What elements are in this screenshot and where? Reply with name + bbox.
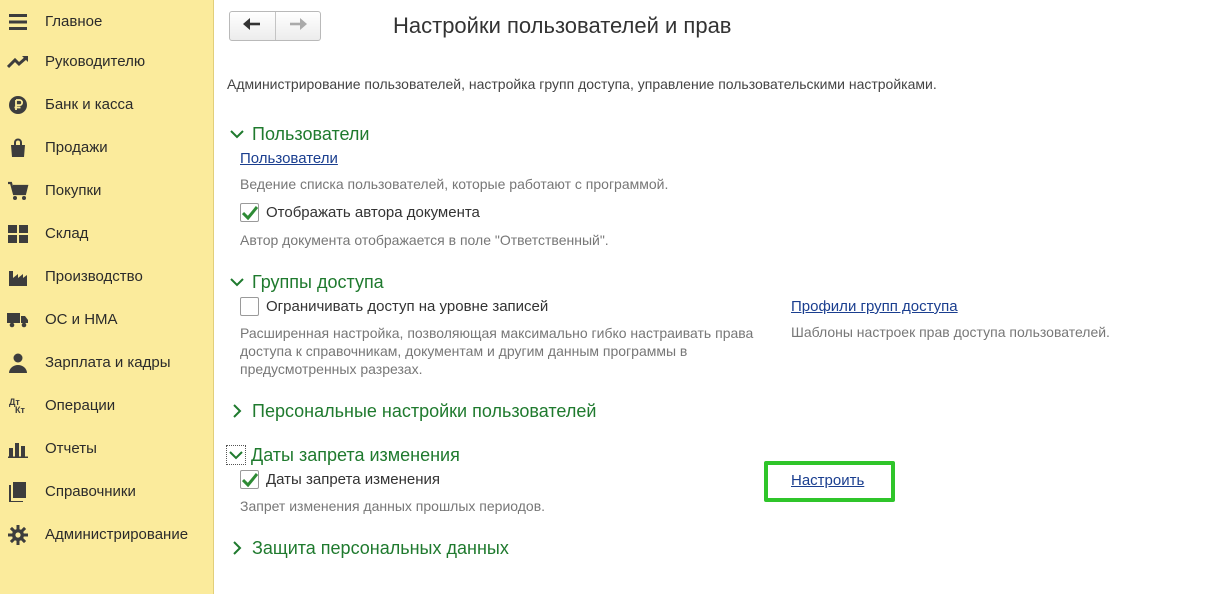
sidebar-item-production[interactable]: Производство <box>0 255 213 298</box>
sidebar-item-salary[interactable]: Зарплата и кадры <box>0 341 213 384</box>
users-link-hint: Ведение списка пользователей, которые ра… <box>240 176 669 192</box>
restrict-records-checkbox[interactable]: Ограничивать доступ на уровне записей <box>240 297 548 316</box>
restrict-records-hint: Расширенная настройка, позволяющая макси… <box>240 325 754 377</box>
person-icon <box>7 352 29 374</box>
section-change-ban-dates-header[interactable]: Даты запрета изменения <box>226 443 460 467</box>
section-title: Пользователи <box>252 123 370 144</box>
users-link[interactable]: Пользователи <box>240 150 338 167</box>
forward-button[interactable] <box>274 12 320 40</box>
truck-icon <box>7 309 29 331</box>
checkbox-unchecked[interactable] <box>240 297 259 316</box>
show-author-hint: Автор документа отображается в поле "Отв… <box>240 232 609 248</box>
sidebar-item-reports[interactable]: Отчеты <box>0 427 213 470</box>
sidebar-item-manager[interactable]: Руководителю <box>0 40 213 83</box>
shopping-bag-icon <box>7 137 29 159</box>
chevron-right-icon <box>227 401 247 421</box>
change-ban-dates-checkbox[interactable]: Даты запрета изменения <box>240 470 440 489</box>
checkbox-label: Даты запрета изменения <box>266 471 441 488</box>
sidebar-item-label: Руководителю <box>45 53 146 70</box>
checkbox-checked[interactable] <box>240 203 259 222</box>
main-content: Настройки пользователей и прав Администр… <box>214 0 1218 594</box>
debit-credit-icon: Дт Кт <box>7 395 29 417</box>
sidebar-item-label: Производство <box>45 268 143 285</box>
sidebar-item-label: Справочники <box>45 483 136 500</box>
sidebar-item-label: Покупки <box>45 182 102 199</box>
access-profiles-link[interactable]: Профили групп доступа <box>791 298 958 315</box>
sidebar-item-references[interactable]: Справочники <box>0 470 213 513</box>
sidebar-item-label: Зарплата и кадры <box>45 354 171 371</box>
show-author-checkbox[interactable]: Отображать автора документа <box>240 203 480 222</box>
sidebar: Главное Руководителю Банк и касса Продаж… <box>0 0 214 594</box>
sidebar-item-administration[interactable]: Администрирование <box>0 513 213 556</box>
page-title: Настройки пользователей и прав <box>393 13 732 38</box>
section-users-header[interactable]: Пользователи <box>227 122 369 146</box>
sidebar-item-label: Главное <box>45 13 103 30</box>
checkbox-label: Отображать автора документа <box>266 204 480 221</box>
sidebar-item-label: Склад <box>45 225 89 242</box>
access-profiles-hint: Шаблоны настроек прав доступа пользовате… <box>791 324 1110 340</box>
gear-icon <box>7 524 29 546</box>
sidebar-item-label: Банк и касса <box>45 96 134 113</box>
sidebar-item-main[interactable]: Главное <box>0 0 213 43</box>
change-ban-dates-hint: Запрет изменения данных прошлых периодов… <box>240 498 546 514</box>
books-icon <box>7 481 29 503</box>
chevron-down-icon <box>226 445 246 465</box>
checkbox-checked[interactable] <box>240 470 259 489</box>
section-title: Защита персональных данных <box>252 537 509 558</box>
ruble-coin-icon <box>7 94 29 116</box>
configure-link[interactable]: Настроить <box>791 472 864 489</box>
sidebar-item-bank[interactable]: Банк и касса <box>0 83 213 126</box>
sidebar-item-assets[interactable]: ОС и НМА <box>0 298 213 341</box>
sidebar-item-label: Администрирование <box>45 526 189 543</box>
section-personal-data-header[interactable]: Защита персональных данных <box>227 536 509 560</box>
chevron-right-icon <box>227 538 247 558</box>
chevron-down-icon <box>227 272 247 292</box>
sidebar-item-operations[interactable]: Дт Кт Операции <box>0 384 213 427</box>
sidebar-item-label: ОС и НМА <box>45 311 118 328</box>
nav-buttons <box>229 11 321 41</box>
cart-icon <box>7 180 29 202</box>
arrow-right-icon <box>289 17 307 35</box>
section-personal-settings-header[interactable]: Персональные настройки пользователей <box>227 399 596 423</box>
arrow-left-icon <box>243 17 261 35</box>
debit-credit-icon-bottom: Кт <box>15 404 25 415</box>
sidebar-item-purchases[interactable]: Покупки <box>0 169 213 212</box>
section-title: Даты запрета изменения <box>251 444 460 465</box>
warehouse-grid-icon <box>7 223 29 245</box>
factory-icon <box>7 266 29 288</box>
checkbox-label: Ограничивать доступ на уровне записей <box>266 298 549 315</box>
trend-up-icon <box>7 51 29 73</box>
menu-lines-icon <box>7 11 29 33</box>
back-button[interactable] <box>230 12 275 40</box>
section-access-groups-header[interactable]: Группы доступа <box>227 270 384 294</box>
sidebar-item-label: Операции <box>45 397 116 414</box>
section-title: Группы доступа <box>252 271 384 292</box>
sidebar-item-warehouse[interactable]: Склад <box>0 212 213 255</box>
sidebar-item-sales[interactable]: Продажи <box>0 126 213 169</box>
page-description: Администрирование пользователей, настрой… <box>227 76 937 92</box>
section-title: Персональные настройки пользователей <box>252 400 597 421</box>
sidebar-item-label: Отчеты <box>45 440 97 457</box>
bar-chart-icon <box>7 438 29 460</box>
sidebar-item-label: Продажи <box>45 139 108 156</box>
chevron-down-icon <box>227 124 247 144</box>
